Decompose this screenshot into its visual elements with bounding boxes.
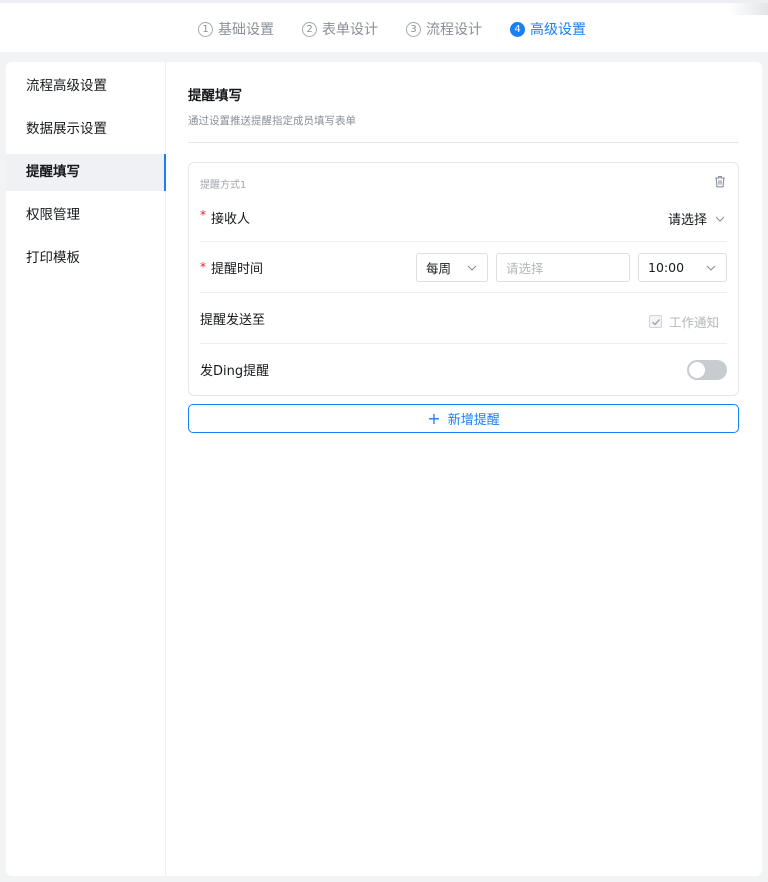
step-flow-design[interactable]: 3 流程设计 [406, 19, 482, 39]
receiver-select[interactable]: 请选择 [668, 209, 725, 228]
toggle-knob [689, 362, 705, 378]
step-label: 流程设计 [426, 22, 482, 38]
step-label: 高级设置 [530, 22, 586, 38]
plus-icon: + [427, 408, 441, 428]
sidebar-item-permissions[interactable]: 权限管理 [6, 197, 165, 234]
step-label: 基础设置 [218, 22, 274, 38]
work-notice-checkbox[interactable] [648, 315, 662, 328]
ding-label: 发Ding提醒 [200, 364, 270, 379]
step-label: 表单设计 [322, 22, 378, 38]
sidebar-item-data-display[interactable]: 数据展示设置 [6, 111, 165, 148]
send-to-row: 提醒发送至 工作通知 [200, 293, 727, 344]
chevron-down-icon [715, 216, 725, 222]
section-title: 提醒填写 [188, 88, 242, 104]
ding-row: 发Ding提醒 [200, 344, 727, 395]
receiver-row: * 接收人 请选择 [200, 199, 727, 242]
add-remind-button[interactable]: + 新增提醒 [188, 404, 739, 433]
step-number: 1 [198, 21, 213, 37]
work-notice-option: 工作通知 [648, 312, 719, 331]
sidebar: 流程高级设置 数据展示设置 提醒填写 权限管理 打印模板 [6, 62, 166, 876]
sidebar-item-remind-fill[interactable]: 提醒填写 [6, 154, 166, 191]
send-to-label: 提醒发送至 [200, 312, 266, 328]
step-number: 4 [510, 21, 525, 37]
remind-config-box: 提醒方式1 * 接收人 请选择 * 提醒时间 每周 请选择 10:00 提醒发送… [188, 162, 739, 396]
step-number: 3 [406, 21, 421, 37]
remind-time-row: * 提醒时间 每周 请选择 10:00 [200, 242, 727, 293]
section-description: 通过设置推送提醒指定成员填写表单 [188, 115, 356, 127]
day-select-placeholder: 请选择 [506, 261, 544, 276]
chevron-down-icon [706, 265, 716, 271]
receiver-label: 接收人 [211, 212, 251, 227]
add-remind-label: 新增提醒 [447, 413, 500, 428]
receiver-select-value: 请选择 [667, 213, 707, 228]
main-content: 提醒填写 通过设置推送提醒指定成员填写表单 提醒方式1 * 接收人 请选择 * [188, 62, 739, 433]
required-mark: * [200, 208, 206, 222]
work-notice-label: 工作通知 [668, 315, 719, 330]
remind-box-header: 提醒方式1 [189, 163, 738, 199]
remind-time-controls: 每周 请选择 10:00 [416, 253, 727, 282]
frequency-select[interactable]: 每周 [416, 253, 488, 282]
clock-select[interactable]: 10:00 [638, 253, 727, 282]
step-navigation: 1 基础设置 2 表单设计 3 流程设计 4 高级设置 [198, 19, 614, 39]
remind-method-label: 提醒方式1 [200, 180, 247, 191]
corner-shadow [728, 3, 768, 15]
chevron-down-icon [467, 265, 477, 271]
day-select[interactable]: 请选择 [496, 253, 630, 282]
remind-time-label: 提醒时间 [211, 261, 264, 277]
divider [188, 142, 739, 143]
frequency-value: 每周 [426, 261, 452, 276]
clock-value: 10:00 [648, 260, 685, 275]
settings-card: 流程高级设置 数据展示设置 提醒填写 权限管理 打印模板 提醒填写 通过设置推送… [6, 62, 762, 876]
top-step-bar: 1 基础设置 2 表单设计 3 流程设计 4 高级设置 [0, 0, 768, 52]
step-advanced-settings[interactable]: 4 高级设置 [510, 19, 586, 39]
step-number: 2 [302, 21, 317, 37]
trash-icon[interactable] [714, 175, 726, 188]
required-mark: * [200, 260, 206, 274]
sidebar-item-flow-advanced[interactable]: 流程高级设置 [6, 68, 165, 105]
step-basic-settings[interactable]: 1 基础设置 [198, 19, 274, 39]
sidebar-item-print-template[interactable]: 打印模板 [6, 240, 165, 277]
ding-toggle[interactable] [687, 360, 727, 380]
step-form-design[interactable]: 2 表单设计 [302, 19, 378, 39]
check-icon [651, 319, 661, 326]
